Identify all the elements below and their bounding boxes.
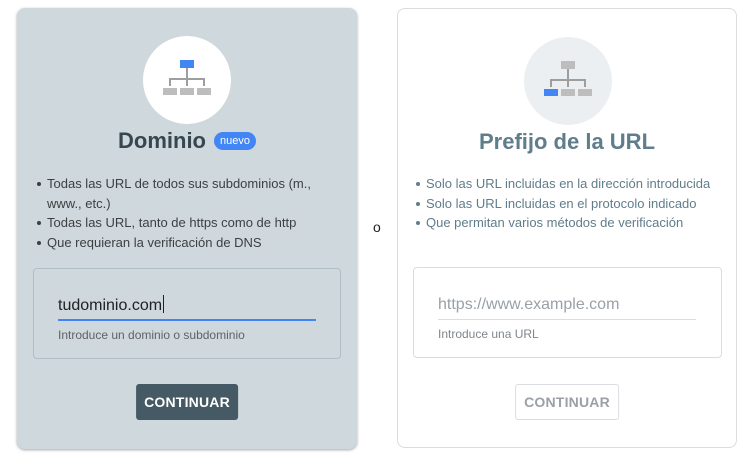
domain-input-box: tudominio.com Introduce un dominio o sub… xyxy=(33,268,341,359)
url-prefix-card[interactable]: Prefijo de la URL Solo las URL incluidas… xyxy=(397,8,737,448)
prefix-feature-item: Que permitan varios métodos de verificac… xyxy=(414,213,724,233)
prefix-icon-circle xyxy=(524,37,612,125)
domain-feature-item: Todas las URL, tanto de https como de ht… xyxy=(35,213,335,233)
prefix-title-row: Prefijo de la URL xyxy=(398,129,736,155)
url-input[interactable]: https://www.example.com xyxy=(438,294,696,320)
prefix-input-box: https://www.example.com Introduce una UR… xyxy=(413,267,722,358)
domain-input[interactable]: tudominio.com xyxy=(58,295,316,321)
prefix-helper-text: Introduce una URL xyxy=(438,327,539,341)
sitemap-branch-icon xyxy=(544,61,592,96)
domain-continue-button[interactable]: CONTINUAR xyxy=(136,384,238,420)
prefix-feature-list: Solo las URL incluidas en la dirección i… xyxy=(414,174,724,233)
domain-feature-item: Que requieran la verificación de DNS xyxy=(35,233,335,253)
or-separator: o xyxy=(373,219,381,235)
new-badge: nuevo xyxy=(214,132,256,150)
domain-input-value: tudominio.com xyxy=(58,297,163,314)
property-type-selector: Dominio nuevo Todas las URL de todos sus… xyxy=(0,0,753,469)
prefix-title: Prefijo de la URL xyxy=(478,129,656,154)
domain-helper-text: Introduce un dominio o subdominio xyxy=(58,328,245,342)
domain-title: Dominio xyxy=(118,128,206,153)
prefix-feature-item: Solo las URL incluidas en la dirección i… xyxy=(414,174,724,194)
text-caret xyxy=(163,295,165,313)
domain-title-row: Dominio nuevo xyxy=(17,128,357,154)
prefix-feature-item: Solo las URL incluidas en el protocolo i… xyxy=(414,194,724,214)
domain-feature-item: Todas las URL de todos sus subdominios (… xyxy=(35,174,335,213)
domain-card[interactable]: Dominio nuevo Todas las URL de todos sus… xyxy=(17,8,357,449)
prefix-continue-button[interactable]: CONTINUAR xyxy=(515,384,619,420)
domain-feature-list: Todas las URL de todos sus subdominios (… xyxy=(35,174,335,252)
sitemap-icon xyxy=(163,60,211,95)
domain-icon-circle xyxy=(143,36,231,124)
